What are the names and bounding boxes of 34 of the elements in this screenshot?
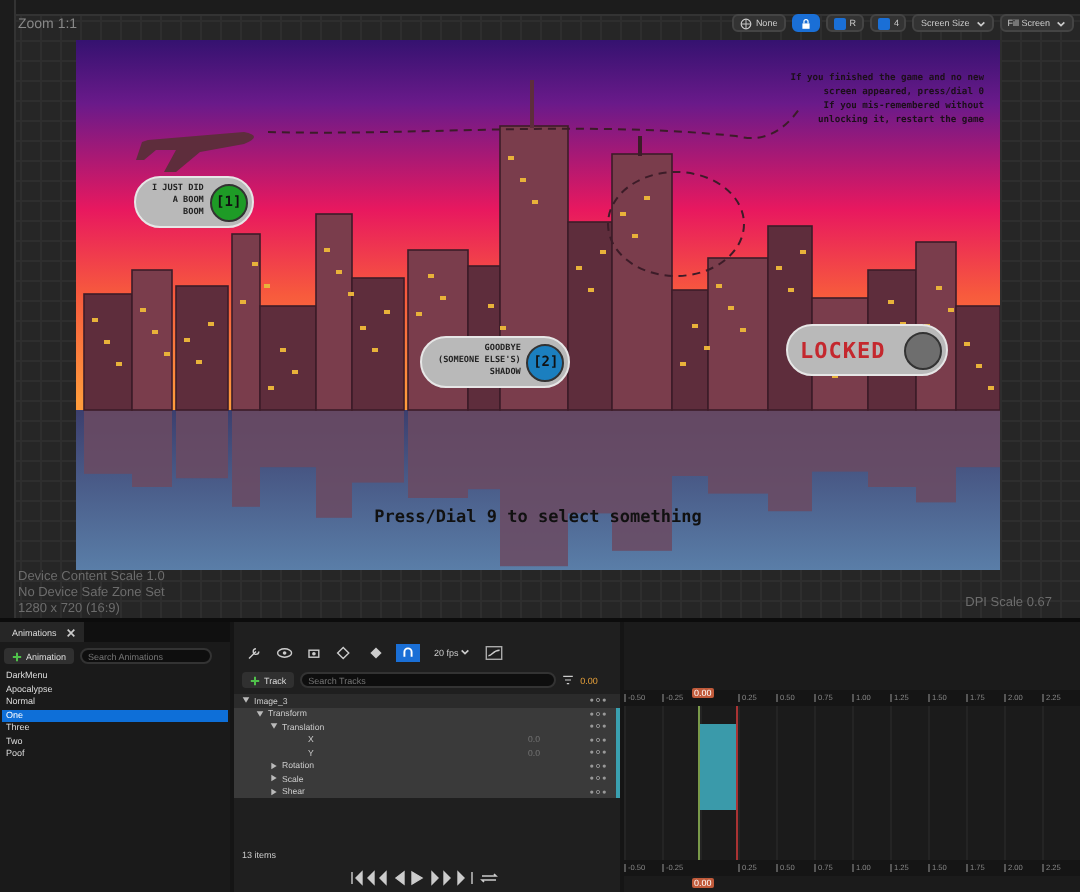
keyframe-nav-icon[interactable] [588,774,608,783]
animation-section-bar [700,724,736,810]
keyframe-nav-icon[interactable] [588,761,608,770]
lock-icon [799,17,812,29]
close-icon[interactable] [66,627,77,637]
expand-caret-icon[interactable] [270,774,278,783]
eye-icon[interactable] [276,645,296,659]
expand-caret-icon[interactable] [270,722,278,731]
expand-caret-icon[interactable] [270,761,278,770]
plus-icon [250,675,260,685]
airplane-icon [136,132,254,172]
filter-icon[interactable] [562,674,575,686]
expand-caret-icon[interactable] [242,696,250,705]
globe-icon [739,17,752,29]
keyframe-nav-icon[interactable] [588,787,608,796]
expand-caret-icon[interactable] [256,709,264,718]
magnet-icon [402,645,414,657]
expand-caret-icon[interactable] [270,787,278,796]
camera-icon[interactable] [306,645,326,659]
keyframe-nav-icon[interactable] [588,722,608,731]
plus-icon [12,651,22,661]
diamond-icon[interactable] [366,645,386,659]
keyframe-nav-icon[interactable] [588,735,608,744]
keyframe-nav-icon[interactable] [588,709,608,718]
keyframe-nav-icon[interactable] [588,748,608,757]
snap-button[interactable] [396,643,420,661]
locked-label: LOCKED [800,337,888,363]
chevron-down-icon [460,647,471,655]
select-prompt: Press/Dial 9 to select something [372,508,704,528]
keyframe-nav-icon[interactable] [588,696,608,705]
chevron-down-icon [1056,19,1066,27]
curve-icon[interactable] [484,645,505,659]
chevron-down-icon [975,19,986,27]
lock-toggle[interactable] [791,14,820,32]
